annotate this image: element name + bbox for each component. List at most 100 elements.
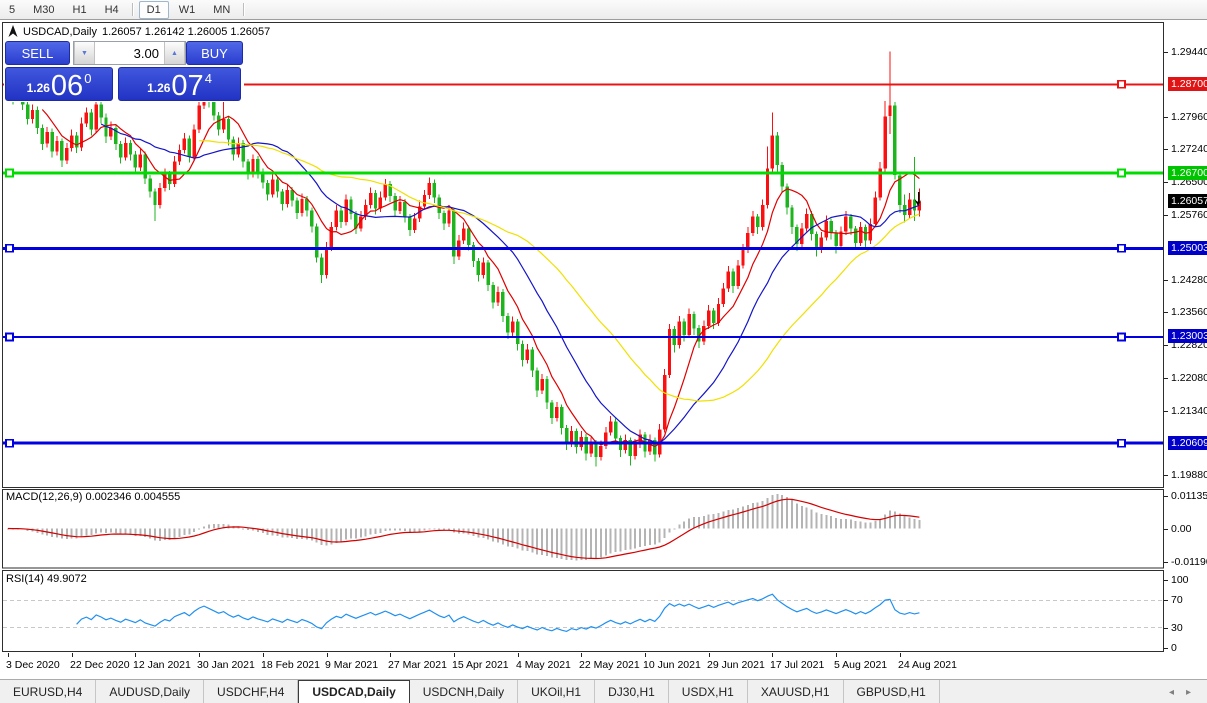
chart-tab-usdcad-daily[interactable]: USDCAD,Daily xyxy=(298,680,409,703)
time-axis-label: 24 Aug 2021 xyxy=(898,659,957,671)
axis-tick-mark xyxy=(1164,411,1168,412)
toolbar-separator xyxy=(132,3,134,16)
chevron-down-icon: ▼ xyxy=(81,50,88,57)
mouse-cursor-icon xyxy=(913,192,925,208)
rsi-indicator-label: RSI(14) 49.9072 xyxy=(6,573,87,585)
price-level-badge: 1.23003 xyxy=(1168,329,1207,343)
chart-tab-usdx-h1[interactable]: USDX,H1 xyxy=(669,680,748,703)
volume-increase-button[interactable]: ▲ xyxy=(164,42,185,64)
ask-price-big-digits: 07 xyxy=(171,73,203,99)
volume-input[interactable] xyxy=(95,42,164,64)
time-axis-tick xyxy=(518,653,519,657)
chart-tab-usdcnh-daily[interactable]: USDCNH,Daily xyxy=(410,680,518,703)
axis-tick-mark xyxy=(1164,280,1168,281)
chart-tab-gbpusd-h1[interactable]: GBPUSD,H1 xyxy=(844,680,940,703)
timeframe-button-5[interactable]: 5 xyxy=(1,1,23,19)
time-axis[interactable]: 3 Dec 202022 Dec 202012 Jan 202130 Jan 2… xyxy=(2,653,1164,677)
time-axis-label: 27 Mar 2021 xyxy=(388,659,447,671)
time-axis-tick xyxy=(772,653,773,657)
sell-button[interactable]: SELL xyxy=(5,41,70,65)
timeframe-button-mn[interactable]: MN xyxy=(205,1,238,19)
chart-tab-audusd-daily[interactable]: AUDUSD,Daily xyxy=(96,680,204,703)
chart-ohlc-values: 1.26057 1.26142 1.26005 1.26057 xyxy=(102,26,270,38)
axis-tick-mark xyxy=(1164,312,1168,313)
axis-tick-mark xyxy=(1164,529,1168,530)
time-axis-label: 10 Jun 2021 xyxy=(643,659,701,671)
timeframe-button-h1[interactable]: H1 xyxy=(65,1,95,19)
axis-tick-mark xyxy=(1164,496,1168,497)
axis-tick-mark xyxy=(1164,182,1168,183)
price-axis[interactable]: 1.294401.279601.272401.265001.257601.242… xyxy=(1164,22,1207,654)
axis-tick-mark xyxy=(1164,648,1168,649)
time-axis-tick xyxy=(390,653,391,657)
time-axis-tick xyxy=(72,653,73,657)
bid-price-box[interactable]: 1.26 06 0 xyxy=(5,67,113,101)
axis-tick-mark xyxy=(1164,475,1168,476)
macd-axis-label: -0.01190 xyxy=(1171,556,1207,568)
price-axis-label: 1.23560 xyxy=(1171,306,1207,318)
volume-stepper: ▼ ▲ xyxy=(73,41,186,65)
one-click-trading-panel: SELL ▼ ▲ BUY 1.26 06 0 xyxy=(4,40,244,102)
price-level-badge: 1.28700 xyxy=(1168,77,1207,91)
time-axis-tick xyxy=(709,653,710,657)
volume-decrease-button[interactable]: ▼ xyxy=(74,42,95,64)
axis-tick-mark xyxy=(1164,117,1168,118)
time-axis-label: 3 Dec 2020 xyxy=(6,659,60,671)
macd-axis-label: 0.01135 xyxy=(1171,490,1207,502)
chart-tab-xauusd-h1[interactable]: XAUUSD,H1 xyxy=(748,680,844,703)
rsi-axis-label: 30 xyxy=(1171,622,1183,634)
time-axis-tick xyxy=(199,653,200,657)
price-axis-label: 1.25760 xyxy=(1171,209,1207,221)
tab-scroll-left-icon[interactable]: ◂ xyxy=(1169,687,1174,698)
ask-price-box[interactable]: 1.26 07 4 xyxy=(118,67,241,101)
price-axis-label: 1.27960 xyxy=(1171,111,1207,123)
time-axis-tick xyxy=(135,653,136,657)
time-axis-label: 4 May 2021 xyxy=(516,659,571,671)
time-axis-label: 22 Dec 2020 xyxy=(70,659,130,671)
axis-tick-mark xyxy=(1164,215,1168,216)
bid-price-big-digits: 06 xyxy=(51,73,83,99)
timeframe-toolbar: 5M30H1H4 D1W1MN xyxy=(0,0,1207,20)
chart-window: USDCAD,Daily 1.26057 1.26142 1.26005 1.2… xyxy=(2,22,1164,653)
price-axis-label: 1.21340 xyxy=(1171,405,1207,417)
ask-price-pip-digit: 4 xyxy=(205,71,212,86)
timeframe-button-d1[interactable]: D1 xyxy=(139,1,169,19)
axis-tick-mark xyxy=(1164,600,1168,601)
price-level-badge: 1.20609 xyxy=(1168,436,1207,450)
timeframe-button-w1[interactable]: W1 xyxy=(171,1,204,19)
chart-tab-dj30-h1[interactable]: DJ30,H1 xyxy=(595,680,669,703)
time-axis-label: 22 May 2021 xyxy=(579,659,640,671)
axis-tick-mark xyxy=(1164,580,1168,581)
axis-tick-mark xyxy=(1164,149,1168,150)
time-axis-label: 15 Apr 2021 xyxy=(452,659,509,671)
time-axis-tick xyxy=(836,653,837,657)
time-axis-tick xyxy=(900,653,901,657)
time-axis-label: 18 Feb 2021 xyxy=(261,659,320,671)
time-axis-label: 29 Jun 2021 xyxy=(707,659,765,671)
chart-tab-bar: EURUSD,H4AUDUSD,DailyUSDCHF,H4USDCAD,Dai… xyxy=(0,679,1207,703)
macd-indicator-label: MACD(12,26,9) 0.002346 0.004555 xyxy=(6,491,180,503)
price-level-badge: 1.26057 xyxy=(1168,194,1207,208)
one-click-trading-arrow-icon[interactable] xyxy=(8,25,18,38)
time-axis-tick xyxy=(454,653,455,657)
chart-canvas[interactable] xyxy=(2,22,1164,653)
chart-tab-ukoil-h1[interactable]: UKOil,H1 xyxy=(518,680,595,703)
mt4-terminal: 5M30H1H4 D1W1MN USDCAD,Daily 1.26057 1.26… xyxy=(0,0,1207,703)
buy-button[interactable]: BUY xyxy=(186,41,243,65)
price-axis-label: 1.27240 xyxy=(1171,143,1207,155)
timeframe-button-m30[interactable]: M30 xyxy=(25,1,62,19)
axis-tick-mark xyxy=(1164,562,1168,563)
rsi-axis-label: 100 xyxy=(1171,574,1189,586)
price-axis-label: 1.29440 xyxy=(1171,46,1207,58)
chart-tab-eurusd-h4[interactable]: EURUSD,H4 xyxy=(0,680,96,703)
axis-tick-mark xyxy=(1164,52,1168,53)
tab-scroll-right-icon[interactable]: ▸ xyxy=(1186,687,1191,698)
chart-tab-usdchf-h4[interactable]: USDCHF,H4 xyxy=(204,680,298,703)
timeframe-button-h4[interactable]: H4 xyxy=(97,1,127,19)
chart-title: USDCAD,Daily 1.26057 1.26142 1.26005 1.2… xyxy=(8,25,270,38)
time-axis-label: 9 Mar 2021 xyxy=(325,659,378,671)
tab-scroll-arrows: ◂▸ xyxy=(1169,680,1207,703)
time-axis-tick xyxy=(8,653,9,657)
time-axis-tick xyxy=(263,653,264,657)
chart-symbol-label: USDCAD,Daily xyxy=(23,26,97,38)
